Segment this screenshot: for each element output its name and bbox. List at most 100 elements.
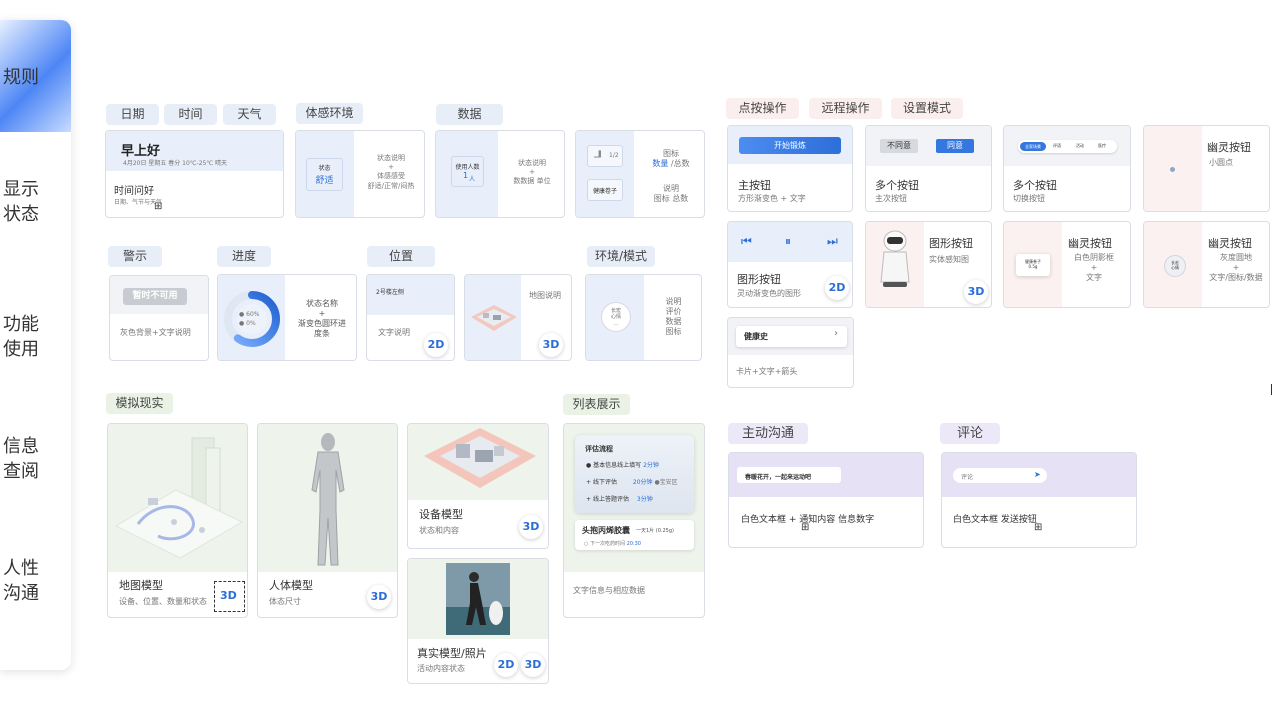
greeting-date: 4月20日 星期五 春分 10℃-25℃ 晴天	[123, 160, 227, 167]
medicine-next: ○ 下一次吃药时间 20:30	[584, 541, 641, 547]
tag-setting: 设置模式	[891, 98, 963, 119]
main-button-card: 开始锻炼 主按钮 方形渐变色 + 文字	[727, 125, 853, 212]
segment-2[interactable]: 评语	[1053, 143, 1061, 149]
row-2-time: 20分钟	[632, 479, 653, 486]
real-model-badge-2d[interactable]: 2D	[494, 653, 518, 677]
env-desc: 状态说明 + 体感感受	[377, 154, 405, 180]
multi-button-card-2: 全家场景 评语 活动 医疗 多个按钮 切换按钮	[1003, 125, 1131, 212]
warning-card: 暂时不可用 灰色背景+文字说明	[109, 275, 209, 361]
sidebar-item-human-comm[interactable]: 人性 沟通	[0, 556, 71, 606]
unavailable-button[interactable]: 暂时不可用	[123, 288, 187, 305]
body-model-title: 人体模型	[269, 579, 313, 592]
assessment-row-1[interactable]: ● 基本信息线上填写 2分钟	[586, 460, 659, 469]
tag-mode: 环境/模式	[587, 246, 655, 267]
icon-button-badge[interactable]: 2D	[825, 276, 849, 300]
multi2-desc: 切换按钮	[1013, 194, 1045, 203]
env-card: 状态 舒适 状态说明 + 体感感受 舒适/正常/闷热	[295, 130, 425, 218]
device-model-desc: 状态和内容	[419, 526, 459, 535]
medicine-time: 20:30	[626, 541, 641, 547]
map-card: 地图说明 3D	[464, 274, 572, 361]
row-1-text: 基本信息线上填写	[593, 462, 642, 469]
notice-message: 春暖花开，一起来运动吧	[745, 474, 812, 481]
row-3-text: 线上答题评估	[592, 496, 629, 503]
icon-count-card: ▁▌ 1/2 健康卷子 图标 数量 /总数 说明 图标 总数	[575, 130, 705, 218]
tag-tap: 点按操作	[726, 98, 799, 119]
row-1-time: 2分钟	[643, 462, 659, 469]
env-state-label: 状态	[318, 165, 331, 172]
tag-warning: 警示	[108, 246, 162, 267]
ghost1-desc: 小圆点	[1209, 158, 1233, 167]
human-body-icon	[311, 433, 345, 566]
tag-comment: 评论	[940, 423, 1000, 444]
mini-frac: 1/2	[609, 152, 619, 159]
multi1-title: 多个按钮	[875, 179, 919, 192]
body-model-card: 人体模型 体态尺寸 3D	[257, 423, 398, 618]
assessment-row-3[interactable]: + 线上答题评估 3分钟	[586, 494, 653, 503]
ghost3-title: 幽灵按钮	[1208, 237, 1252, 250]
ghost2-inner: 健康卷子 0.5g	[1025, 259, 1041, 269]
map-model-title: 地图模型	[119, 579, 163, 592]
main-button-desc: 方形渐变色 + 文字	[738, 194, 806, 203]
tag-env: 体感环境	[296, 103, 363, 124]
pause-icon[interactable]: ⏸	[785, 234, 791, 249]
skip-forward-icon[interactable]: ⏭	[827, 234, 838, 249]
disagree-button[interactable]: 不同意	[880, 139, 918, 153]
row-2-text: 线下评估	[592, 479, 617, 486]
photo-thumbnail	[446, 563, 510, 635]
agree-button[interactable]: 同意	[936, 139, 974, 153]
small-dot-button[interactable]	[1170, 167, 1175, 172]
segment-4[interactable]: 医疗	[1098, 143, 1106, 149]
segment-3[interactable]: 活动	[1076, 143, 1084, 149]
map-model-badge[interactable]: 3D	[220, 589, 237, 602]
expand-icon[interactable]: ⊞	[1034, 522, 1042, 533]
icon-line2: 数量 /总数	[636, 158, 704, 169]
data-card: 使用人数 1 人 状态说明 + 数数据 单位	[435, 130, 565, 218]
chevron-right-icon: ›	[834, 328, 838, 339]
ghost2-desc: 白色阴影框 + 文字	[1074, 253, 1114, 282]
2d-badge[interactable]: 2D	[424, 333, 448, 357]
medicine-next-label: 下一次吃药时间	[589, 541, 625, 547]
real-model-title: 真实模型/照片	[417, 647, 487, 660]
sidebar-item-function-use[interactable]: 功能 使用	[0, 312, 71, 362]
ghost1-title: 幽灵按钮	[1207, 141, 1251, 154]
tag-weather: 天气	[223, 104, 276, 125]
greeting-body: 时间问好	[114, 186, 154, 197]
map-desc: 地图说明	[529, 291, 561, 300]
data-value: 1	[463, 171, 469, 180]
start-exercise-button[interactable]: 开始锻炼	[739, 137, 841, 154]
row-2-extra: ●宝安区	[654, 479, 678, 486]
mini-label: 健康卷子	[592, 188, 617, 195]
expand-icon[interactable]: ⊞	[154, 201, 162, 212]
assessment-title: 评估流程	[585, 445, 613, 453]
segment-1[interactable]: 全家场景	[1020, 142, 1046, 151]
sidebar-item-rules[interactable]: 规则	[0, 20, 71, 132]
device-model-badge[interactable]: 3D	[519, 515, 543, 539]
progress-card: ● 60% ● 0% 状态名称 + 渐变色圆环进 度条	[217, 274, 357, 361]
robot-title: 图形按钮	[929, 237, 973, 250]
3d-badge[interactable]: 3D	[539, 333, 563, 357]
real-model-card: 真实模型/照片 活动内容状态 2D 3D	[407, 558, 549, 684]
body-model-badge[interactable]: 3D	[367, 585, 391, 609]
greeting-title: 早上好	[121, 144, 161, 159]
ring-legend-1: ● 60%	[239, 311, 260, 318]
robot-badge[interactable]: 3D	[964, 280, 988, 304]
assessment-row-2[interactable]: + 线下评估 20分钟 ●宝安区	[586, 477, 678, 486]
skip-back-icon[interactable]: ⏮	[741, 234, 752, 249]
greeting-card: 早上好 4月20日 星期五 春分 10℃-25℃ 晴天 时间问好 日期、气节与天…	[105, 130, 284, 218]
location-floor: 2号楼左侧	[376, 289, 404, 296]
floorplan-icon	[424, 428, 536, 488]
tag-remote: 远程操作	[809, 98, 882, 119]
send-icon[interactable]: ➤	[1034, 470, 1041, 479]
active-comm-card: 春暖花开，一起来运动吧 白色文本框 + 通知内容 信息数字 ⊞	[728, 452, 924, 548]
tag-list: 列表展示	[563, 394, 630, 415]
sidebar-item-info-browse[interactable]: 信息 查阅	[0, 434, 71, 484]
tag-time: 时间	[164, 104, 217, 125]
expand-icon[interactable]: ⊞	[801, 522, 809, 533]
real-model-badge-3d[interactable]: 3D	[521, 653, 545, 677]
robot-button-card: 图形按钮 实体感知图 3D	[865, 221, 992, 308]
device-model-title: 设备模型	[419, 508, 463, 521]
sidebar-item-display-status[interactable]: 显示 状态	[0, 177, 71, 227]
tag-date: 日期	[106, 104, 159, 125]
sidebar: 规则 显示 状态 功能 使用 信息 查阅 人性 沟通	[0, 20, 71, 670]
tag-location: 位置	[367, 246, 435, 267]
